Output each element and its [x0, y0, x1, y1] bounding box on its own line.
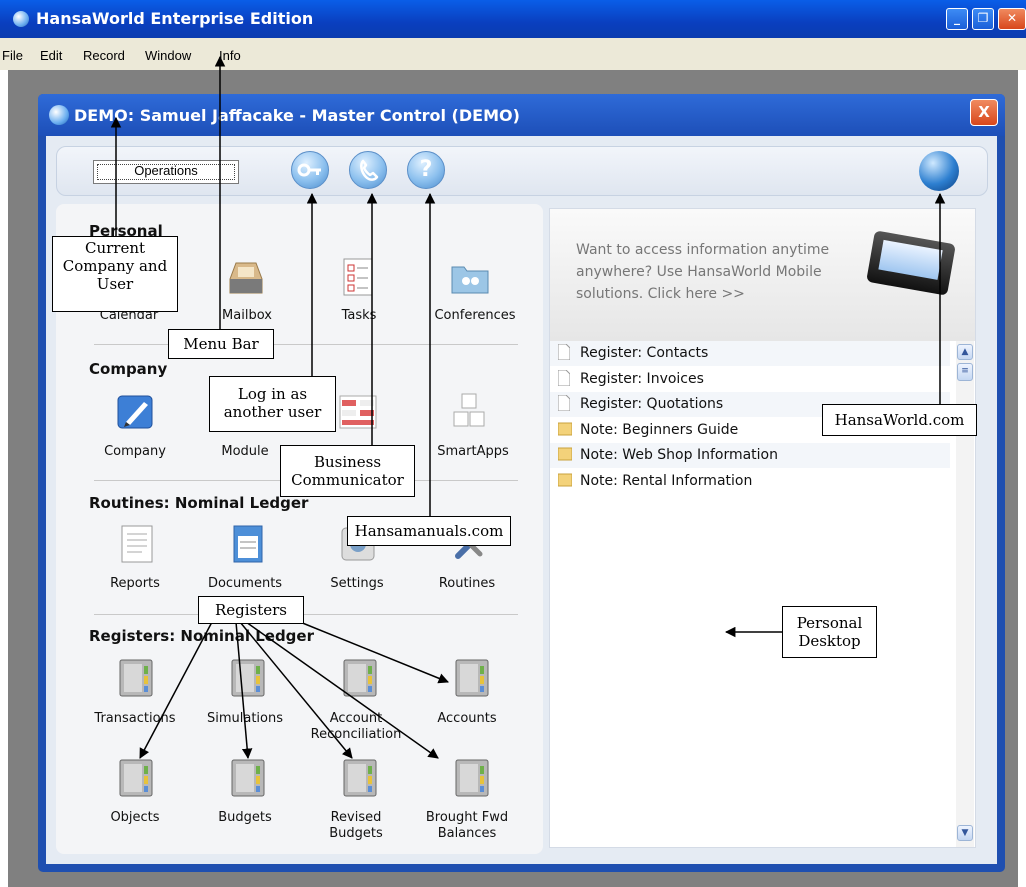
- callout-current-company: Current Company and User: [52, 236, 178, 312]
- callout-menu-bar: Menu Bar: [168, 329, 274, 359]
- callout-log-in: Log in as another user: [209, 376, 336, 432]
- callout-business-communicator: Business Communicator: [280, 445, 415, 497]
- callout-hansamanuals: Hansamanuals.com: [347, 516, 511, 546]
- annotation-arrows: [110, 55, 946, 760]
- callout-hansaworld: HansaWorld.com: [822, 404, 977, 436]
- callout-registers: Registers: [198, 596, 304, 624]
- callout-personal-desktop: Personal Desktop: [782, 606, 877, 658]
